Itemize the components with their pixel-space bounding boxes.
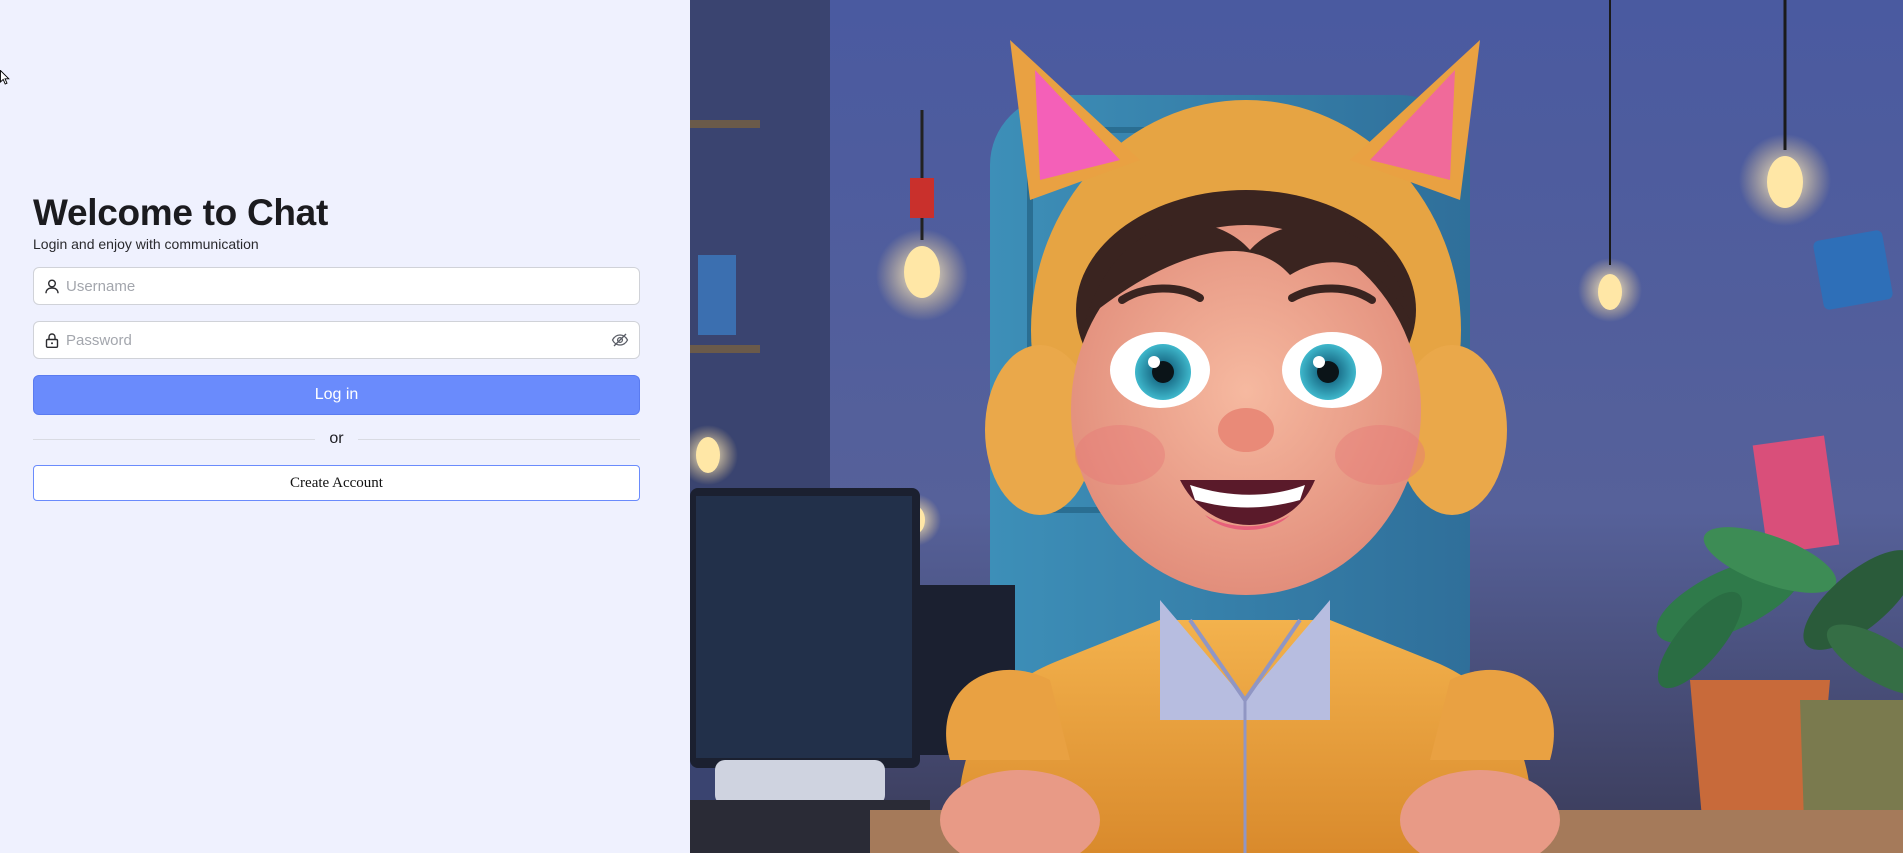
username-field[interactable] bbox=[33, 267, 640, 305]
login-panel: Welcome to Chat Login and enjoy with com… bbox=[0, 0, 690, 853]
mouse-cursor-icon bbox=[0, 70, 10, 85]
login-page: Welcome to Chat Login and enjoy with com… bbox=[0, 0, 1903, 853]
lock-icon bbox=[44, 332, 60, 348]
cartoon-character-image bbox=[690, 0, 1903, 853]
divider-line-right bbox=[357, 438, 641, 440]
or-divider: or bbox=[33, 429, 641, 449]
page-title: Welcome to Chat bbox=[33, 192, 328, 233]
divider-text: or bbox=[329, 430, 344, 447]
user-icon bbox=[44, 278, 60, 294]
password-field[interactable] bbox=[33, 321, 640, 359]
create-account-button[interactable]: Create Account bbox=[33, 465, 640, 501]
eye-slash-icon[interactable] bbox=[611, 331, 629, 349]
login-button[interactable]: Log in bbox=[33, 375, 640, 415]
page-subtitle: Login and enjoy with communication bbox=[33, 236, 259, 252]
password-input[interactable] bbox=[66, 331, 611, 349]
hero-illustration bbox=[690, 0, 1903, 853]
login-form: Welcome to Chat Login and enjoy with com… bbox=[33, 190, 641, 501]
username-input[interactable] bbox=[66, 277, 629, 295]
divider-line-left bbox=[33, 438, 316, 440]
